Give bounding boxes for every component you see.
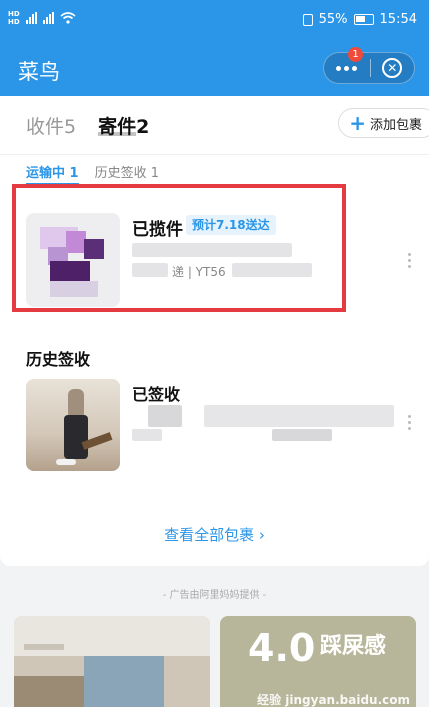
- add-package-label: 添加包裹: [369, 117, 422, 133]
- ad-card[interactable]: 4.0 踩屎感 经验 jingyan.baidu.com: [220, 616, 416, 707]
- history-package-card[interactable]: 已签收: [26, 379, 416, 475]
- history-package-status: 已签收: [132, 385, 181, 404]
- add-package-button[interactable]: + 添加包裹: [338, 108, 429, 138]
- packages-card: 收件5 寄件2 + 添加包裹 运输中 1 历史签收 1 已揽件 预计7.18送达…: [0, 96, 429, 566]
- battery-percent: 55%: [318, 12, 348, 27]
- tab-receive-count: 5: [64, 116, 77, 138]
- blurred-detail: [204, 405, 394, 427]
- more-dots-icon: [336, 65, 358, 71]
- app-header: 菜鸟 1 ✕: [0, 44, 429, 96]
- sim2-label: HD: [8, 18, 20, 26]
- clock: 15:54: [379, 12, 417, 27]
- signal-icon: [25, 12, 37, 24]
- ad-card[interactable]: [14, 616, 210, 707]
- subtabs: 运输中 1 历史签收 1: [26, 162, 159, 185]
- subtab-history[interactable]: 历史签收 1: [95, 162, 159, 181]
- subtab-in-transit[interactable]: 运输中 1: [26, 162, 79, 185]
- wifi-icon: [60, 12, 76, 24]
- highlight-box: [12, 184, 346, 312]
- close-circle-icon: ✕: [382, 58, 403, 78]
- sim-labels: HD HD: [8, 10, 20, 26]
- blurred-detail: [272, 429, 332, 441]
- battery-icon: [353, 14, 374, 25]
- tab-send-count: 2: [136, 116, 150, 138]
- tab-divider: [0, 154, 429, 155]
- close-button[interactable]: ✕: [370, 53, 414, 83]
- watermark: 经验 jingyan.baidu.com: [257, 693, 410, 707]
- more-button[interactable]: 1: [324, 47, 370, 83]
- signal-icon: [42, 12, 54, 24]
- blurred-detail: [132, 429, 162, 441]
- product-photo: [26, 379, 120, 471]
- more-vertical-icon[interactable]: [408, 253, 412, 268]
- blurred-detail: [148, 405, 182, 427]
- package-tabs: 收件5 寄件2: [26, 112, 149, 139]
- tab-send[interactable]: 寄件2: [98, 112, 149, 139]
- more-vertical-icon[interactable]: [408, 415, 412, 430]
- ad-note: - 广告由阿里妈妈提供 -: [162, 590, 267, 601]
- status-bar: HD HD 55% 15:54: [0, 0, 429, 44]
- plus-icon: +: [349, 111, 366, 135]
- ad-big-text: 4.0: [248, 626, 316, 670]
- tab-receive-label: 收件: [26, 116, 65, 138]
- notification-badge: 1: [348, 47, 363, 62]
- miniapp-capsule: 1 ✕: [323, 47, 415, 84]
- vibrate-icon: [302, 13, 313, 26]
- tab-send-label: 寄件: [98, 116, 137, 138]
- sim1-label: HD: [8, 10, 20, 18]
- history-section-title: 历史签收: [26, 350, 91, 369]
- ad-text: 踩屎感: [320, 634, 387, 659]
- view-all-packages-link[interactable]: 查看全部包裹 ›: [0, 524, 429, 545]
- status-right: 55% 15:54: [302, 12, 417, 27]
- signal-area: HD HD: [8, 10, 76, 26]
- tab-receive[interactable]: 收件5: [26, 112, 76, 139]
- app-title: 菜鸟: [18, 60, 60, 84]
